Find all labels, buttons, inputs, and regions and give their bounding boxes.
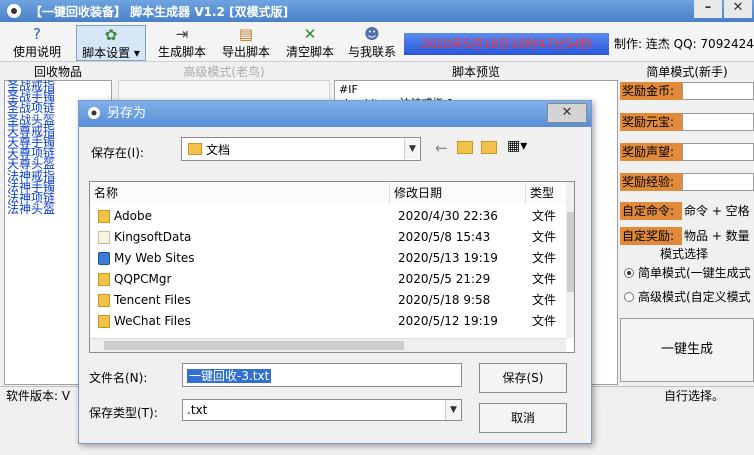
author-info: 制作: 连杰 QQ: 70924243 <box>614 37 754 51</box>
custom-command-hint: 命令 + 空格 <box>684 204 750 218</box>
folder-icon <box>98 273 110 286</box>
clear-script-button[interactable]: ✕ 清空脚本 <box>280 25 340 61</box>
file-list[interactable]: 名称 修改日期 类型 Adobe 2020/4/30 22:36 文件 King… <box>89 181 575 353</box>
contact-button[interactable]: ☻ 与我联系 <box>344 25 400 61</box>
contact-icon: ☻ <box>364 25 380 43</box>
filetype-label: 保存类型(T): <box>89 406 158 420</box>
script-settings-button[interactable]: ✿ 脚本设置 ▾ <box>76 25 146 61</box>
view-menu-icon[interactable]: ▦▾ <box>507 138 527 154</box>
column-name[interactable]: 名称 <box>90 182 390 204</box>
file-row[interactable]: Tencent Files 2020/5/18 9:58 文件 <box>90 290 560 311</box>
mode-advanced-radio[interactable] <box>624 292 634 302</box>
export-script-button[interactable]: ▤ 导出脚本 <box>216 25 276 61</box>
chevron-down-icon[interactable]: ▼ <box>404 139 420 159</box>
folder-icon <box>98 231 110 244</box>
help-button[interactable]: ? 使用说明 <box>6 25 68 61</box>
generate-script-button[interactable]: ⇥ 生成脚本 <box>152 25 212 61</box>
column-modified-date[interactable]: 修改日期 <box>390 182 526 204</box>
reward-gold-input[interactable] <box>682 82 754 100</box>
scroll-thumb[interactable] <box>567 212 574 292</box>
mode-advanced-label: 高级模式(自定义模式 <box>638 290 751 304</box>
export-icon: ▤ <box>238 25 254 43</box>
app-logo-icon <box>4 2 24 20</box>
file-row[interactable]: My Web Sites 2020/5/13 19:19 文件 <box>90 248 560 269</box>
minimize-button[interactable]: – <box>694 0 722 18</box>
filename-value: 一键回收-3.txt <box>187 369 272 383</box>
dialog-app-icon <box>85 104 103 122</box>
generate-icon: ⇥ <box>175 25 189 43</box>
mode-simple-radio[interactable] <box>624 268 634 278</box>
items-header: 回收物品 <box>33 65 82 79</box>
dialog-title-bar: 另存为 ✕ <box>79 101 591 127</box>
dialog-title: 另存为 <box>107 106 147 121</box>
filename-label: 文件名(N): <box>89 371 148 385</box>
reward-gold-label: 奖励金币: <box>620 82 682 100</box>
horizontal-scrollbar[interactable] <box>90 338 566 352</box>
file-row[interactable]: Adobe 2020/4/30 22:36 文件 <box>90 206 560 227</box>
filetype-select[interactable]: .txt ▼ <box>182 399 462 421</box>
new-folder-icon[interactable] <box>481 141 497 154</box>
reward-yuanbao-label: 奖励元宝: <box>620 113 682 131</box>
window-title: 【一键回收装备】 脚本生成器 V1.2 [双模式版] <box>30 5 289 19</box>
up-folder-icon[interactable] <box>457 141 473 154</box>
custom-reward-hint: 物品 + 数量 <box>684 229 750 243</box>
file-row[interactable]: QQPCMgr 2020/5/5 21:29 文件 <box>90 269 560 290</box>
reward-yuanbao-input[interactable] <box>682 113 754 131</box>
datetime-display: 2020年5月18日10时47分54秒 <box>404 33 609 55</box>
clear-icon: ✕ <box>303 25 317 43</box>
status-tail: 自行选择。 <box>664 389 725 403</box>
custom-reward-label: 自定奖励: <box>620 227 682 245</box>
mode-select-title: 模式选择 <box>660 247 709 261</box>
title-bar: 【一键回收装备】 脚本生成器 V1.2 [双模式版] – ✕ <box>0 0 754 22</box>
save-button[interactable]: 保存(S) <box>479 363 567 393</box>
reward-exp-label: 奖励经验: <box>620 173 682 191</box>
advanced-header: 高级模式(老鸟) <box>183 65 265 79</box>
help-icon: ? <box>33 25 41 43</box>
back-icon[interactable]: ← <box>435 139 448 157</box>
file-row[interactable]: WeChat Files 2020/5/12 19:19 文件 <box>90 311 560 332</box>
close-icon[interactable]: ✕ <box>724 0 752 18</box>
reward-prestige-label: 奖励声望: <box>620 143 682 161</box>
vertical-scrollbar[interactable] <box>566 182 574 338</box>
dialog-close-icon[interactable]: ✕ <box>547 103 587 123</box>
cancel-button[interactable]: 取消 <box>479 403 567 433</box>
folder-icon <box>98 315 110 328</box>
web-folder-icon <box>98 252 110 265</box>
folder-icon <box>98 210 110 223</box>
scroll-thumb[interactable] <box>104 341 404 350</box>
save-in-label: 保存在(I): <box>91 146 144 160</box>
one-click-generate-button[interactable]: 一键生成 <box>620 318 754 382</box>
version-label: 软件版本: V <box>6 389 71 403</box>
folder-icon <box>98 294 110 307</box>
chevron-down-icon[interactable]: ▼ <box>445 400 461 420</box>
simple-header: 简单模式(新手) <box>646 65 728 79</box>
settings-icon: ✿ <box>104 26 118 44</box>
save-in-dropdown[interactable]: 文档 ▼ <box>181 137 421 161</box>
save-in-value: 文档 <box>206 143 231 157</box>
custom-command-label: 自定命令: <box>620 202 682 220</box>
mode-simple-label: 简单模式(一键生成式 <box>638 266 751 280</box>
filetype-value: .txt <box>187 403 208 417</box>
documents-folder-icon <box>188 143 202 155</box>
preview-header: 脚本预览 <box>451 65 500 79</box>
save-as-dialog: 另存为 ✕ 保存在(I): 文档 ▼ ← ▦▾ 名称 修改日期 类型 Adobe… <box>78 100 592 444</box>
reward-exp-input[interactable] <box>682 173 754 191</box>
file-row[interactable]: KingsoftData 2020/5/8 15:43 文件 <box>90 227 560 248</box>
filename-input[interactable]: 一键回收-3.txt <box>182 363 462 387</box>
reward-prestige-input[interactable] <box>682 143 754 161</box>
